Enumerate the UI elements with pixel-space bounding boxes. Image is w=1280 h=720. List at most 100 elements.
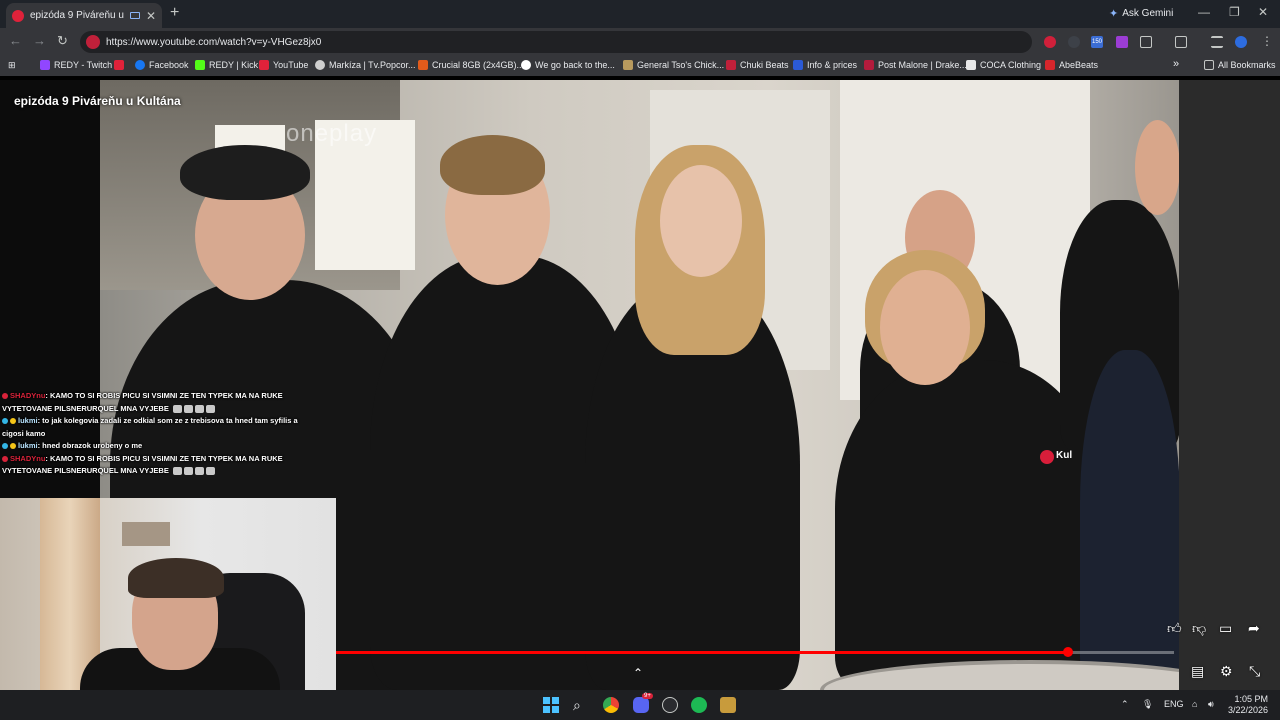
subtitles-icon[interactable]: ▤: [1191, 664, 1204, 678]
clock-time: 1:05 PM: [1234, 694, 1268, 704]
cap: [180, 145, 310, 200]
browser-tab-active[interactable]: epizóda 9 Piváreňu u Kultána ✕: [6, 3, 162, 28]
reading-list-icon[interactable]: [1211, 36, 1223, 48]
emote-icon: [172, 404, 182, 413]
chrome-icon[interactable]: [603, 697, 619, 713]
game-launcher-icon[interactable]: [720, 697, 736, 713]
chat-text: : to jak kolegovia zadali ze odkial som …: [2, 416, 298, 438]
bookmark-item[interactable]: Post Malone | Drake...: [864, 60, 967, 70]
bookmark-item[interactable]: We go back to the...: [521, 60, 615, 70]
player-side-panel: [1179, 80, 1280, 690]
stream-chat-overlay: SHADYnu: KAMO TO SI ROBIS PICU SI VSIMNI…: [2, 390, 302, 478]
video-progress-bar[interactable]: [336, 647, 1174, 657]
kebab-menu-icon[interactable]: ⋮: [1261, 34, 1273, 48]
coca-clothing-icon: [966, 60, 976, 70]
bookmark-label: Info & prices: [807, 60, 858, 70]
info-prices-icon: [793, 60, 803, 70]
progress-scrubber[interactable]: [1062, 647, 1073, 657]
bookmark-item[interactable]: General Tso's Chick...: [623, 60, 724, 70]
emote-icon: [172, 467, 182, 476]
person-hair: [440, 135, 545, 195]
language-indicator[interactable]: ENG: [1164, 699, 1184, 709]
chat-badge-icon: [2, 418, 8, 425]
bookmark-item[interactable]: REDY | Kick: [195, 60, 258, 70]
spotify-icon[interactable]: [691, 697, 707, 713]
restore-icon[interactable]: ❐: [1229, 5, 1240, 19]
kick-icon: [195, 60, 205, 70]
chevron-up-icon[interactable]: ⌃: [633, 666, 643, 680]
emote-icon: [183, 404, 193, 413]
extension-purple-icon[interactable]: [1116, 36, 1128, 48]
comments-icon[interactable]: ▭: [1219, 621, 1232, 635]
share-icon[interactable]: ➦: [1248, 621, 1260, 635]
chat-message: lukmi: to jak kolegovia zadali ze odkial…: [2, 415, 302, 440]
bookmark-label: We go back to the...: [535, 60, 615, 70]
chat-badge-icon: [2, 393, 8, 400]
bookmark-item[interactable]: YouTube: [259, 60, 308, 70]
chat-message: SHADYnu: KAMO TO SI ROBIS PICU SI VSIMNI…: [2, 390, 302, 415]
chat-badge-icon: [2, 443, 8, 450]
bookmark-label: Markíza | Tv.Popcor...: [329, 60, 416, 70]
cast-media-icon[interactable]: [1175, 36, 1187, 48]
system-clock[interactable]: 1:05 PM 3/22/2026: [1226, 694, 1268, 716]
chat-message: SHADYnu: KAMO TO SI ROBIS PICU SI VSIMNI…: [2, 453, 302, 478]
extensions-puzzle-icon[interactable]: [1140, 36, 1152, 48]
forward-arrow-icon[interactable]: →: [33, 34, 46, 48]
discord-icon[interactable]: [633, 697, 649, 713]
obs-icon[interactable]: [662, 697, 678, 713]
chat-badge-icon: [2, 455, 8, 462]
start-menu-icon[interactable]: [543, 697, 559, 713]
new-tab-button[interactable]: +: [170, 5, 179, 21]
volume-icon[interactable]: 🔊︎: [1208, 699, 1214, 710]
chat-text: : hned obrazok urobeny o me: [37, 441, 143, 450]
microphone-icon[interactable]: 🎙︎: [1142, 699, 1153, 710]
apron-logo-text: Kul: [1056, 450, 1073, 461]
discord-notification-badge: 9+: [642, 693, 653, 699]
extension-badge-icon[interactable]: 150: [1091, 36, 1103, 48]
chat-username: lukmi: [18, 416, 38, 425]
minimize-icon[interactable]: —: [1198, 5, 1210, 19]
abebeats-icon: [1045, 60, 1055, 70]
url-text[interactable]: https://www.youtube.com/watch?v=y-VHGez8…: [106, 37, 321, 48]
bookmark-item[interactable]: Info & prices: [793, 60, 857, 70]
windows-taskbar: ⌕ 9+ ⌃ 🎙︎ ENG ⌂ 🔊︎ 1:05 PM 3/22/2026: [0, 690, 1280, 720]
back-arrow-icon[interactable]: ←: [9, 34, 22, 48]
browser-tab-strip: epizóda 9 Piváreňu u Kultána ✕ + ✦ Ask G…: [0, 0, 1280, 28]
like-icon[interactable]: 👍︎: [1167, 621, 1182, 635]
streamer-hair: [128, 558, 224, 598]
apps-grid-icon[interactable]: ⊞: [8, 60, 16, 71]
bookmark-item[interactable]: [114, 60, 128, 70]
bookmark-item[interactable]: AbeBeats: [1045, 60, 1098, 70]
address-bar[interactable]: https://www.youtube.com/watch?v=y-VHGez8…: [80, 31, 1032, 53]
site-info-icon[interactable]: [86, 35, 100, 49]
dislike-icon[interactable]: 👎︎: [1192, 621, 1206, 635]
extension-grey-icon[interactable]: [1068, 36, 1080, 48]
exit-fullscreen-icon[interactable]: ⤡: [1249, 664, 1260, 678]
bookmark-item[interactable]: Chuki Beats: [726, 60, 789, 70]
chat-message: lukmi: hned obrazok urobeny o me: [2, 440, 302, 453]
bookmark-label: REDY - Twitch: [54, 60, 113, 70]
tab-close-icon[interactable]: ✕: [146, 10, 156, 22]
reload-icon[interactable]: ↻: [57, 34, 68, 48]
extension-red-icon[interactable]: [1044, 36, 1056, 48]
bookmark-item[interactable]: Facebook: [135, 60, 189, 70]
profile-avatar[interactable]: [1235, 36, 1247, 48]
bookmark-item[interactable]: Markíza | Tv.Popcor...: [315, 60, 416, 70]
tray-overflow-icon[interactable]: ⌃: [1121, 699, 1129, 710]
tab-casting-icon: [129, 12, 140, 19]
network-icon[interactable]: ⌂: [1192, 699, 1197, 709]
window-close-icon[interactable]: ✕: [1258, 5, 1268, 19]
all-bookmarks-button[interactable]: All Bookmarks: [1204, 60, 1276, 70]
ask-gemini-button[interactable]: ✦ Ask Gemini: [1109, 7, 1173, 20]
settings-gear-icon[interactable]: ⚙: [1220, 664, 1233, 678]
bookmark-item[interactable]: Crucial 8GB (2x4GB)...: [418, 60, 524, 70]
bookmark-item[interactable]: REDY - Twitch: [40, 60, 112, 70]
emote-icon: [205, 404, 215, 413]
streamer-webcam: [0, 498, 336, 690]
youtube-icon: [259, 60, 269, 70]
bookmarks-overflow-button[interactable]: »: [1173, 58, 1179, 70]
search-icon[interactable]: ⌕: [573, 697, 589, 713]
google-icon: [521, 60, 531, 70]
bookmark-item[interactable]: COCA Clothing: [966, 60, 1041, 70]
chuki-beats-icon: [726, 60, 736, 70]
